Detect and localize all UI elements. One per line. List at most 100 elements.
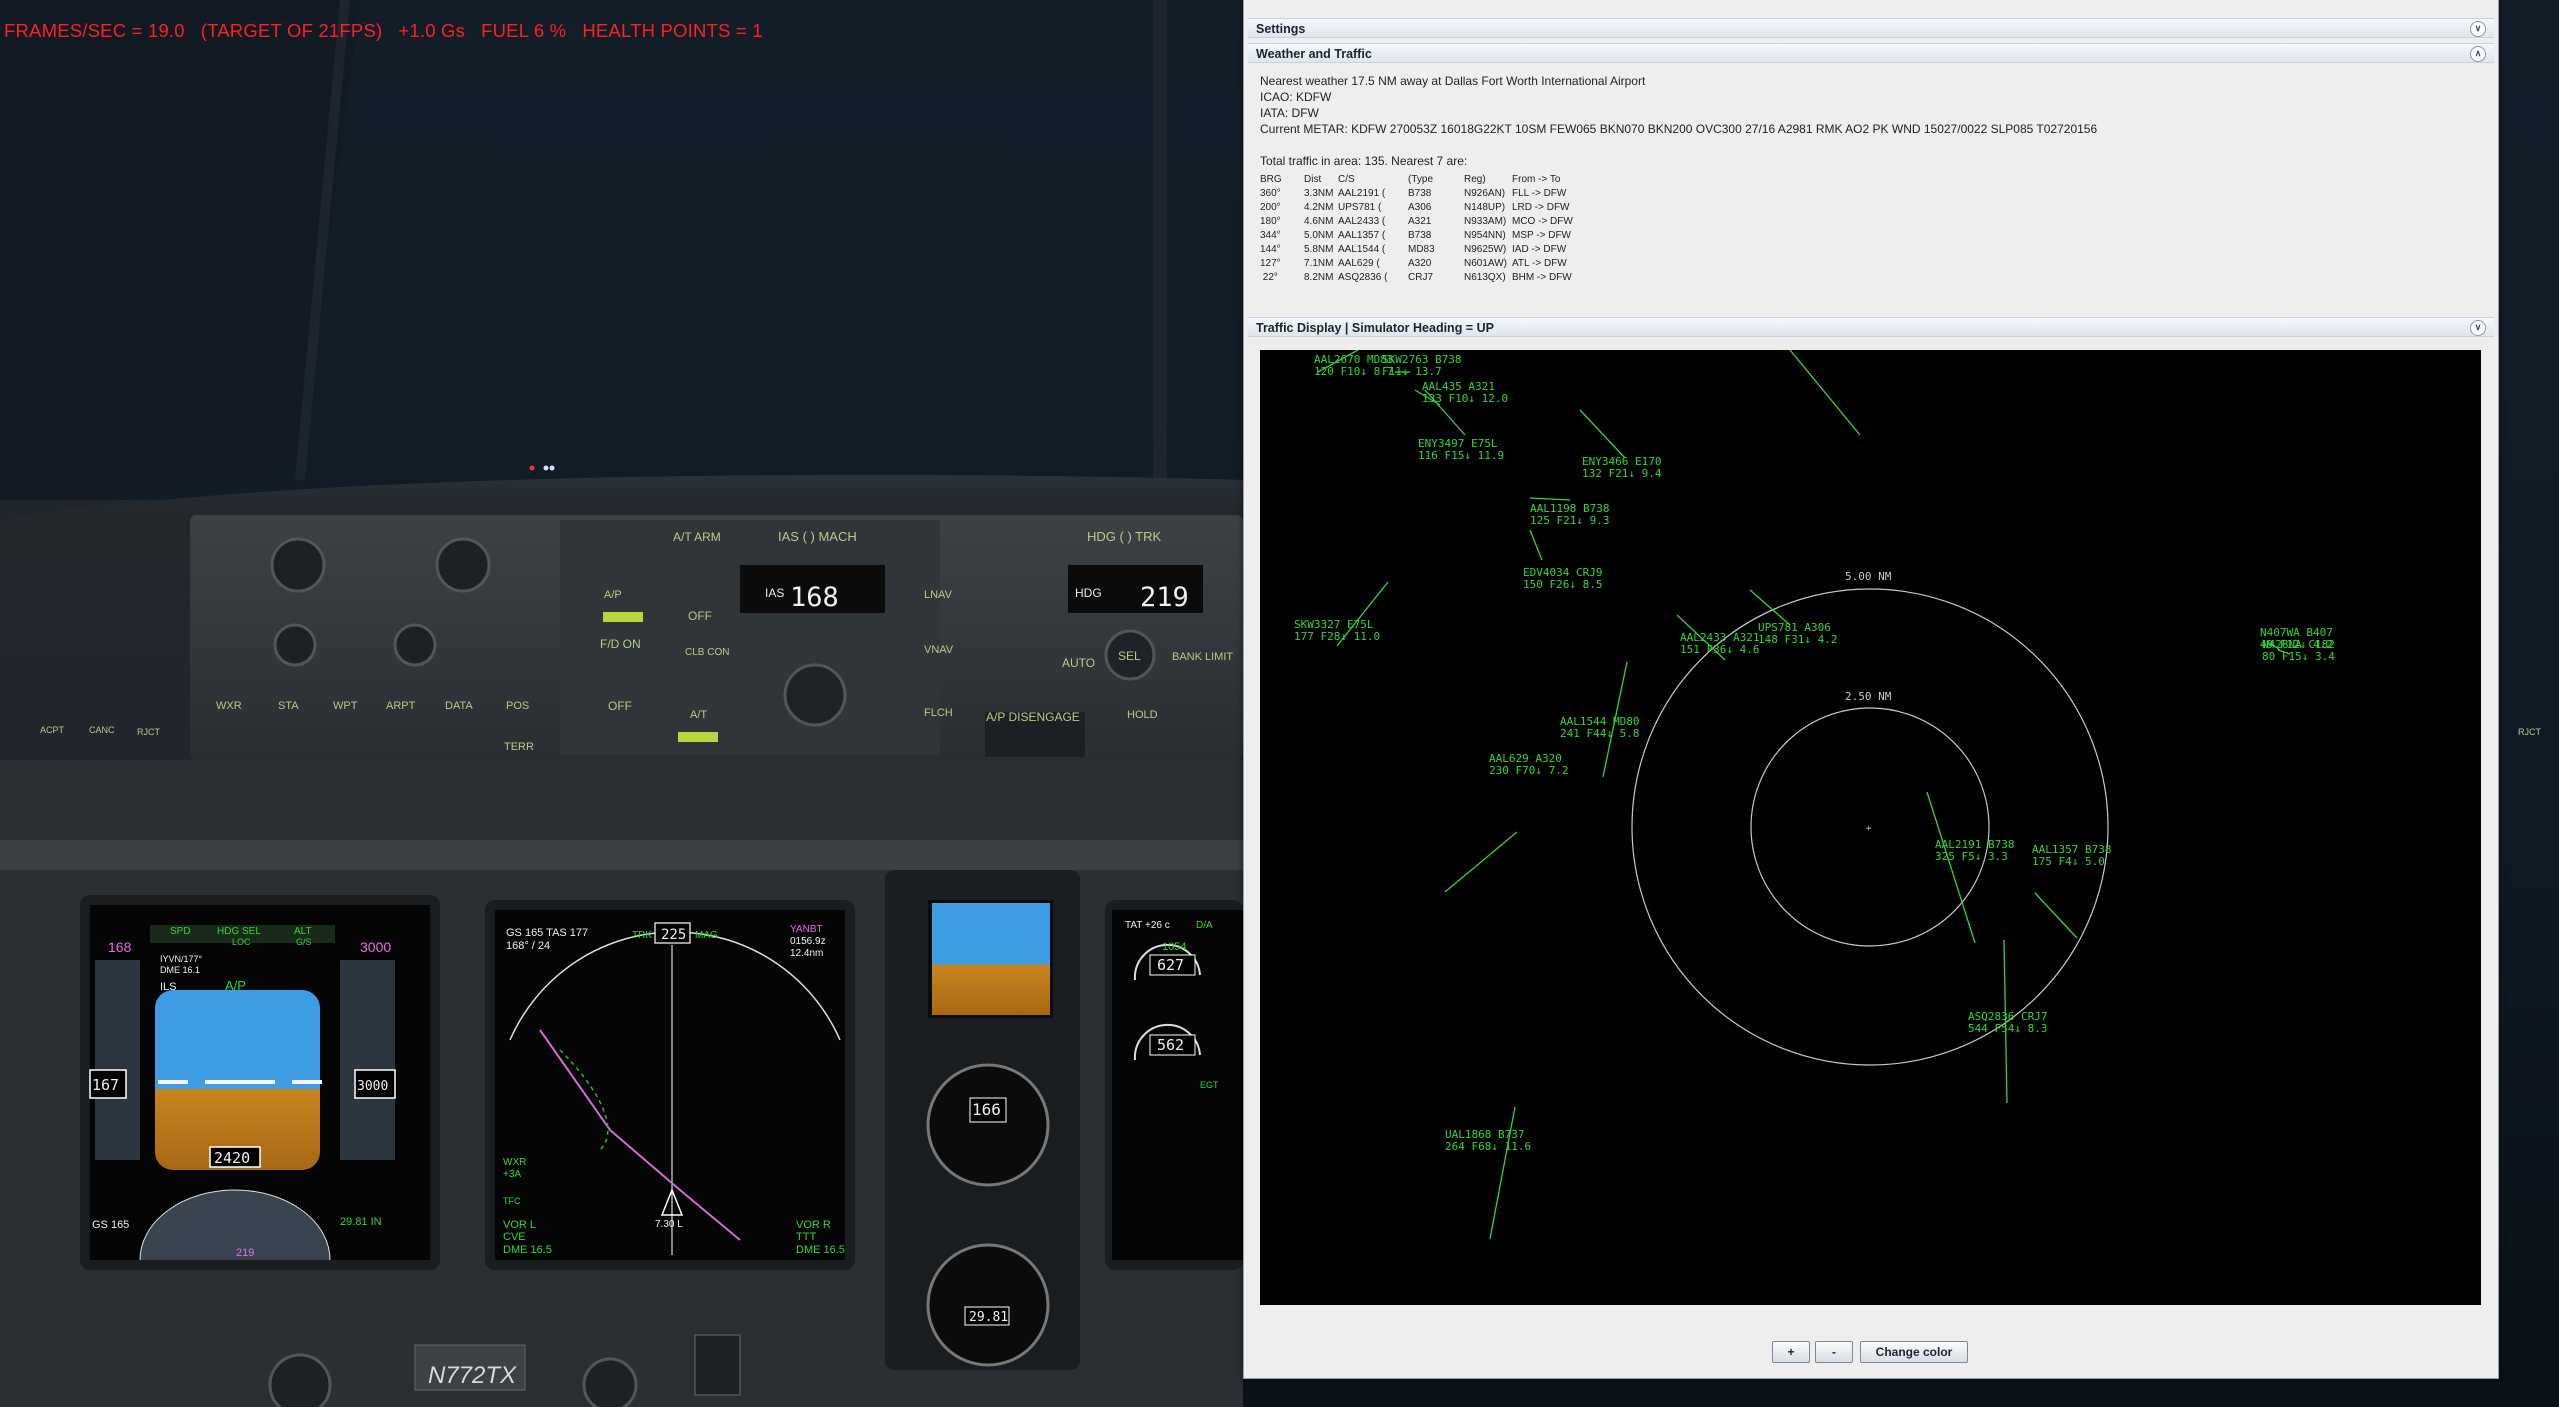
traffic-track-line bbox=[1789, 350, 1861, 436]
efis-arpt-button[interactable]: ARPT bbox=[386, 700, 416, 712]
traffic-target[interactable]: AAL1198 B738125 F21↓ 9.3 bbox=[1530, 502, 1609, 527]
cell-dist: 7.1NM bbox=[1304, 258, 1334, 269]
acpt-button[interactable]: ACPT bbox=[40, 725, 65, 735]
traffic-target[interactable]: ASQ2836 CRJ7544 F54↓ 8.3 bbox=[1968, 1010, 2047, 1035]
cell-route: BHM -> DFW bbox=[1512, 272, 1572, 283]
fps-overlay: FRAMES/SEC = 19.0 (TARGET OF 21FPS) +1.0… bbox=[4, 20, 763, 41]
eicas-n1-right: 562 bbox=[1157, 1036, 1184, 1054]
canc-button[interactable]: CANC bbox=[89, 725, 115, 735]
efis-pos-button[interactable]: POS bbox=[506, 700, 529, 712]
traffic-table-header: BRG Dist C/S (Type Reg) From -> To bbox=[1260, 173, 2480, 187]
traffic-target[interactable]: ENY3497 E75L116 F15↓ 11.9 bbox=[1418, 437, 1504, 462]
nd-waypoint: YANBT bbox=[790, 924, 823, 935]
cell-type: B738 bbox=[1408, 230, 1432, 241]
traffic-target[interactable]: SKW3327 E75L177 F28↓ 11.0 bbox=[1294, 618, 1380, 643]
traffic-target[interactable]: UPS781 A306148 F31↓ 4.2 bbox=[1758, 621, 1837, 646]
at-button[interactable]: A/T bbox=[690, 709, 707, 721]
ias-mach-label: IAS ( ) MACH bbox=[778, 529, 857, 544]
mins-knob[interactable] bbox=[270, 537, 326, 593]
cell-route: LRD -> DFW bbox=[1512, 202, 1570, 213]
weather-traffic-window: Settings ∨ Weather and Traffic ∧ Nearest… bbox=[1243, 0, 2499, 1379]
traffic-target[interactable]: AAL2433 A321151 F36↓ 4.6 bbox=[1680, 631, 1759, 656]
efis-terr-button[interactable]: TERR bbox=[504, 741, 534, 753]
efis-sta-button[interactable]: STA bbox=[278, 700, 299, 712]
cell-route: MSP -> DFW bbox=[1512, 230, 1571, 241]
settings-header[interactable]: Settings ∨ bbox=[1248, 18, 2494, 38]
cell-reg: N601AW) bbox=[1464, 258, 1507, 269]
rjct-button[interactable]: RJCT bbox=[137, 727, 160, 737]
eicas-tat: TAT +26 c bbox=[1125, 920, 1170, 931]
traffic-target[interactable]: AAL629 A320230 F70↓ 7.2 bbox=[1489, 752, 1568, 777]
change-color-button[interactable]: Change color bbox=[1860, 1341, 1968, 1363]
cell-type: B738 bbox=[1408, 188, 1432, 199]
rjct-button-right[interactable]: RJCT bbox=[2518, 727, 2541, 737]
table-row: 144° 5.8NM AAL1544 (MD83 N9625W) IAD -> DFW bbox=[1260, 243, 2480, 257]
traffic-target[interactable]: N428NA C18280 F15↓ 3.4 bbox=[2262, 638, 2335, 663]
traffic-target[interactable]: AAL1544 MD80241 F44↓ 5.8 bbox=[1560, 715, 1639, 740]
traffic-target[interactable]: EDV4034 CRJ9150 F26↓ 8.5 bbox=[1523, 566, 1602, 591]
zoom-in-button[interactable]: + bbox=[1772, 1341, 1810, 1363]
flch-button[interactable]: FLCH bbox=[924, 707, 953, 719]
chevron-down-icon[interactable]: ∨ bbox=[2470, 320, 2486, 336]
lnav-button[interactable]: LNAV bbox=[924, 589, 953, 601]
header-type: (Type bbox=[1408, 174, 1434, 185]
target-details: 175 F4↓ 5.0 bbox=[2032, 855, 2105, 868]
efis-wpt-button[interactable]: WPT bbox=[333, 700, 358, 712]
cell-route: IAD -> DFW bbox=[1512, 244, 1567, 255]
nd-gs-tas: GS 165 TAS 177 bbox=[506, 927, 588, 939]
range-knob[interactable] bbox=[393, 623, 437, 667]
current-altitude: 3000 bbox=[357, 1079, 388, 1094]
cell-brg: 144° bbox=[1260, 244, 1281, 255]
ils-label: ILS bbox=[160, 981, 177, 993]
eicas-da: D/A bbox=[1196, 920, 1213, 931]
baro-knob[interactable] bbox=[435, 537, 491, 593]
metar-text: Current METAR: KDFW 270053Z 16018G22KT 1… bbox=[1260, 122, 2098, 136]
traffic-track-line bbox=[1444, 831, 1518, 893]
tail-number: N772TX bbox=[428, 1362, 517, 1389]
efis-data-button[interactable]: DATA bbox=[445, 700, 473, 712]
settings-title: Settings bbox=[1256, 22, 1306, 36]
target-details: 151 F36↓ 4.6 bbox=[1680, 643, 1759, 656]
cell-dist: 8.2NM bbox=[1304, 272, 1334, 283]
traffic-target[interactable]: AAL435 A321133 F10↓ 12.0 bbox=[1422, 380, 1508, 405]
traffic-target[interactable]: ENY3466 E170132 F21↓ 9.4 bbox=[1582, 455, 1662, 480]
mode-knob[interactable] bbox=[273, 623, 317, 667]
traffic-display-header[interactable]: Traffic Display | Simulator Heading = UP… bbox=[1248, 317, 2494, 337]
clb-con-button[interactable]: CLB CON bbox=[685, 647, 729, 658]
at-arm-label: A/T ARM bbox=[673, 530, 721, 544]
eicas-thrust-ref: 1054 bbox=[1162, 941, 1186, 953]
target-details: 544 F54↓ 8.3 bbox=[1968, 1022, 2047, 1035]
standby-airspeed bbox=[926, 1063, 1050, 1187]
eicas-egt-label: EGT bbox=[1200, 1080, 1219, 1090]
efis-wxr-button[interactable]: WXR bbox=[216, 700, 242, 712]
target-details: 125 F21↓ 9.3 bbox=[1530, 514, 1609, 527]
cell-cs: UPS781 ( bbox=[1338, 202, 1382, 213]
nd-vor-r-dme: DME 16.5 bbox=[796, 1244, 845, 1256]
traffic-track-line bbox=[1529, 529, 1543, 561]
ias-knob[interactable] bbox=[783, 663, 847, 727]
chevron-down-icon[interactable]: ∨ bbox=[2470, 21, 2486, 37]
runway-light bbox=[529, 465, 535, 471]
weather-traffic-title: Weather and Traffic bbox=[1256, 47, 1372, 61]
chevron-up-icon[interactable]: ∧ bbox=[2470, 46, 2486, 62]
fma-hdg-sel: HDG SEL bbox=[217, 926, 261, 937]
iata-code: IATA: DFW bbox=[1260, 106, 1319, 120]
cell-dist: 4.2NM bbox=[1304, 202, 1334, 213]
nd-wxr-val: +3A bbox=[503, 1169, 521, 1180]
hold-button[interactable]: HOLD bbox=[1127, 709, 1158, 721]
weather-traffic-header[interactable]: Weather and Traffic ∧ bbox=[1248, 43, 2494, 63]
target-details: 80 F15↓ 3.4 bbox=[2262, 650, 2335, 663]
header-reg: Reg) bbox=[1464, 174, 1486, 185]
traffic-target[interactable]: AAL2191 B738325 F5↓ 3.3 bbox=[1935, 838, 2014, 863]
traffic-target[interactable]: AAL1357 B738175 F4↓ 5.0 bbox=[2032, 843, 2111, 868]
zoom-out-button[interactable]: - bbox=[1815, 1341, 1853, 1363]
traffic-target[interactable]: UAL1868 B737264 F68↓ 11.6 bbox=[1445, 1128, 1531, 1153]
cell-cs: AAL2433 ( bbox=[1338, 216, 1386, 227]
traffic-target[interactable]: SKW2763 B738F11↓ 13.7 bbox=[1382, 353, 1461, 378]
target-details: 325 F5↓ 3.3 bbox=[1935, 850, 2008, 863]
cell-dist: 3.3NM bbox=[1304, 188, 1334, 199]
cell-dist: 5.8NM bbox=[1304, 244, 1334, 255]
cell-type: MD83 bbox=[1408, 244, 1435, 255]
vnav-button[interactable]: VNAV bbox=[924, 644, 954, 656]
nd-vor-l: VOR L bbox=[503, 1219, 536, 1231]
